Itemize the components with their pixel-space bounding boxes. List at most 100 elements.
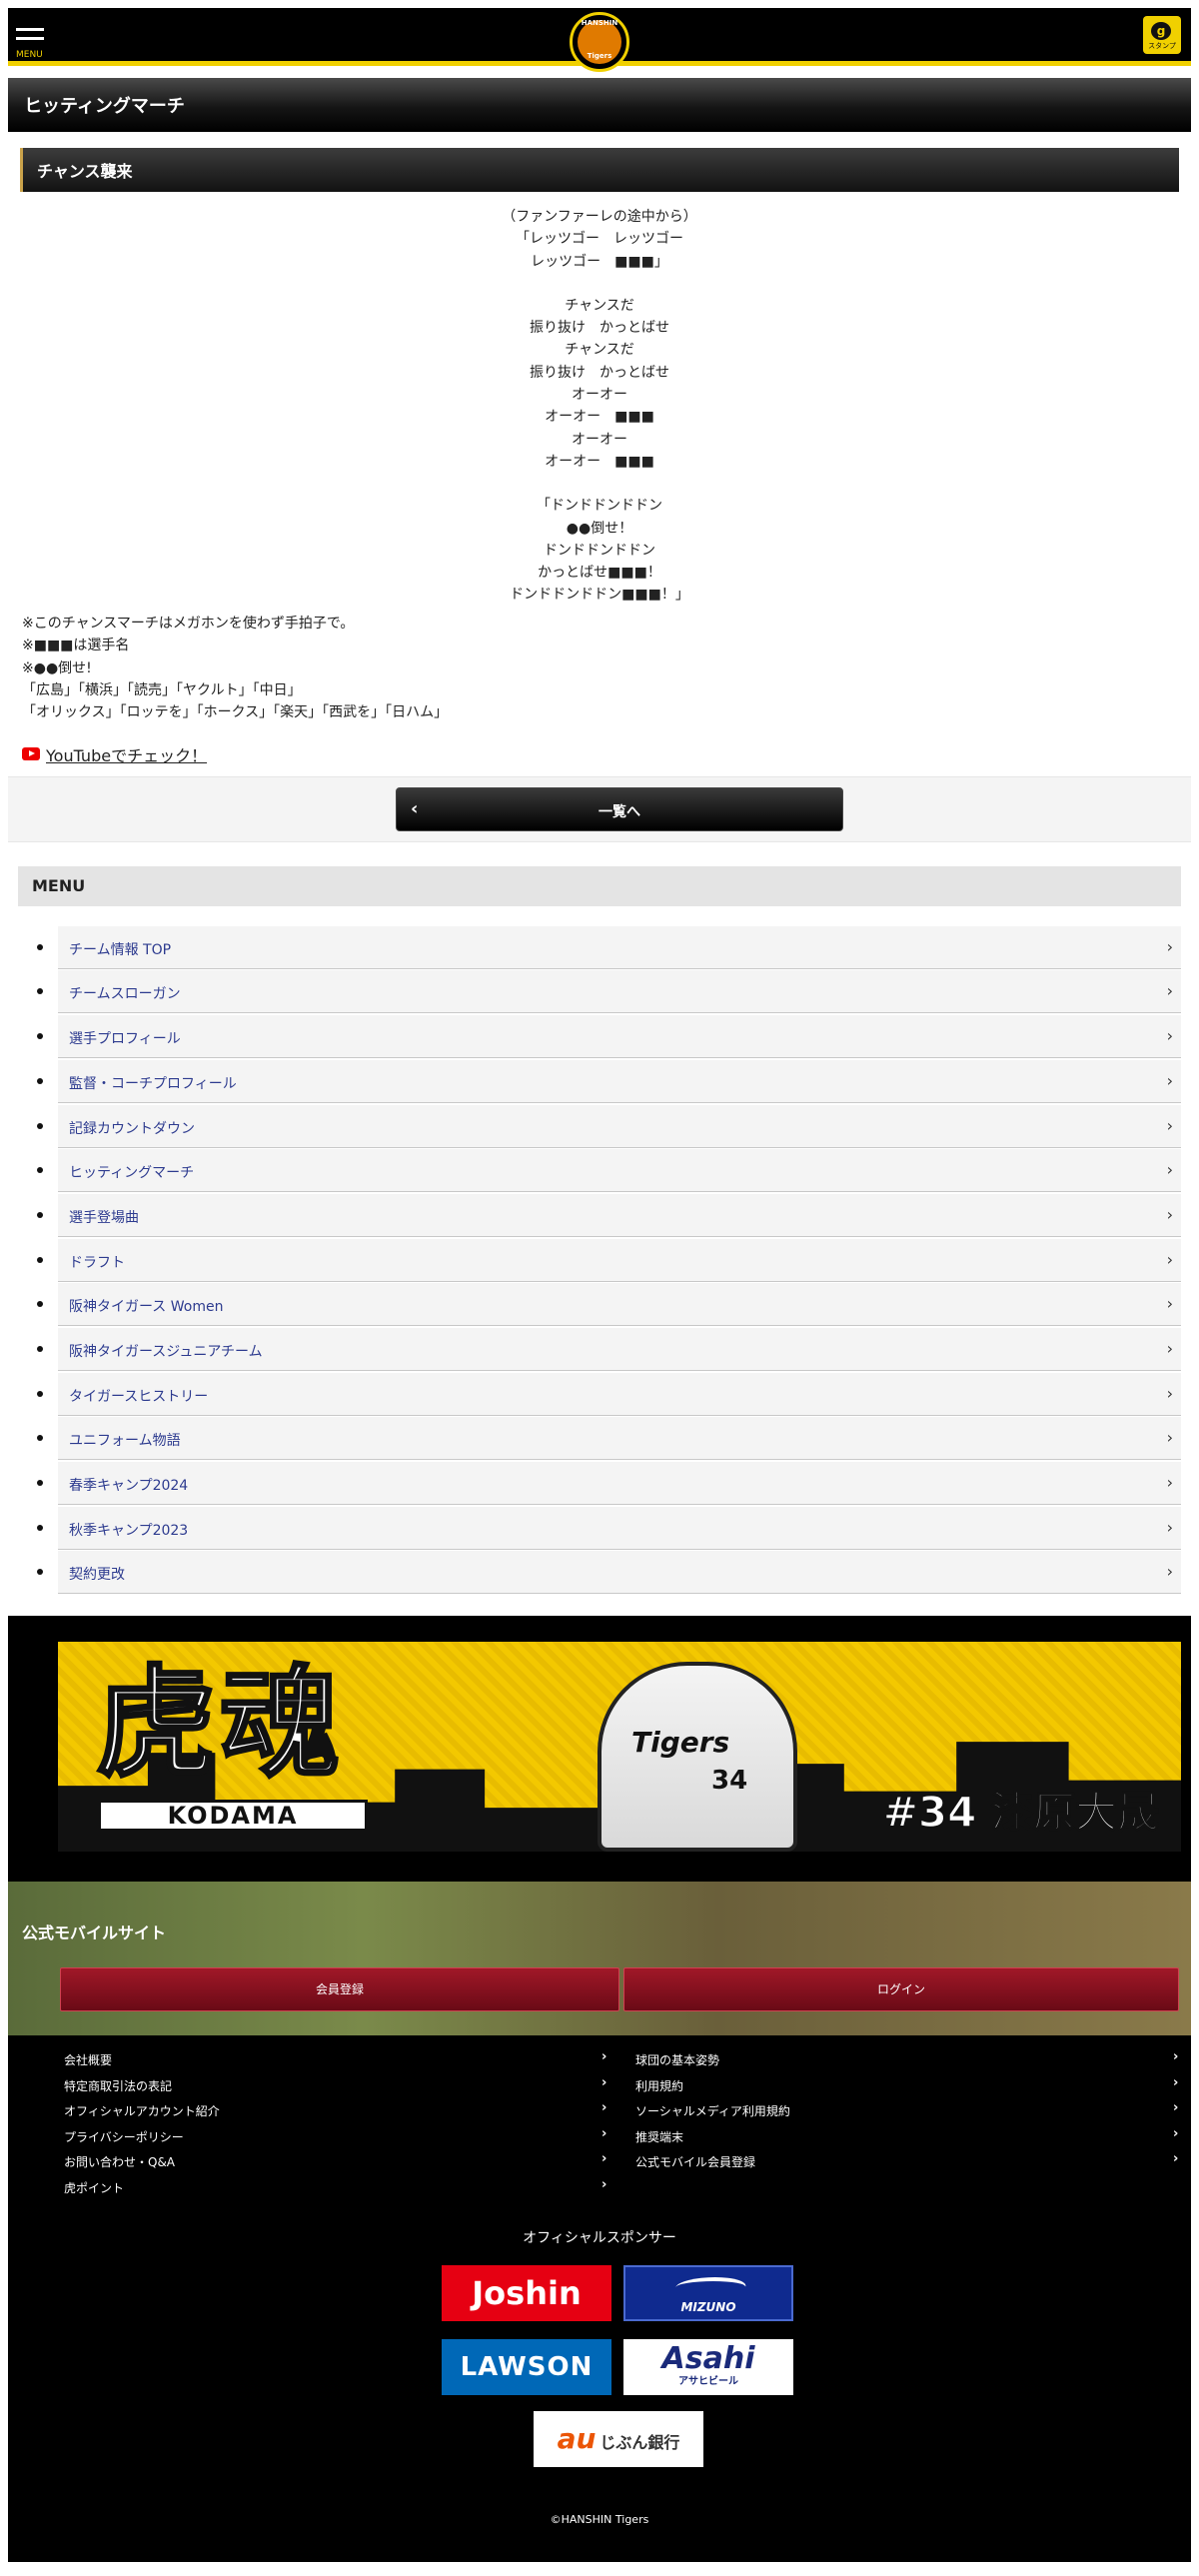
youtube-link-row[interactable]: YouTubeでチェック！ [22,742,1191,766]
footer-link[interactable]: 推奨端末 [635,2128,683,2145]
bullet-icon [37,1167,43,1174]
menu-list-item: 秋季キャンプ2023 › [8,1506,1191,1552]
notes: ※このチャンスマーチはメガホンを使わず手拍子で。 ※■■■は選手名 ※●●倒せ! 「広… [22,613,1191,724]
chevron-right-icon: › [1166,936,1173,956]
youtube-link[interactable]: YouTubeでチェック！ [46,742,207,766]
chevron-right-icon: › [1166,1473,1173,1493]
menu-list: チーム情報 TOP › チームスローガン › 選手プロフィール › 監督・コーチプロフィール… [8,925,1191,1596]
footer-link[interactable]: 特定商取引法の表記 [64,2077,172,2094]
login-button[interactable]: ログイン [623,1967,1179,2012]
chevron-right-icon: › [601,2151,607,2167]
menu-link-label: チームスローガン [69,986,181,1003]
sponsor-asahi[interactable]: Asahi アサヒビール [623,2339,793,2396]
menu-list-item: 選手プロフィール › [8,1015,1191,1060]
chevron-right-icon: › [1166,1115,1173,1135]
menu-link-label: 阪神タイガース Women [69,1299,224,1316]
chevron-right-icon: › [1166,1428,1173,1448]
menu-link-label: ユニフォーム物語 [69,1433,181,1450]
site-footer: 虎魂 KODAMA Tigers 34 #34 漆原大晟 公式モバイルサイト 会… [8,1616,1191,2563]
menu-header: MENU [18,865,1181,906]
chevron-right-icon: › [601,2125,607,2141]
footer-link[interactable]: プライバシーポリシー [64,2128,184,2145]
lyric-line: チャンスだ [565,297,634,314]
lyric-line: 振り抜け かっとばせ [530,364,669,381]
chevron-right-icon: › [1166,1517,1173,1537]
note-line: ※このチャンスマーチはメガホンを使わず手拍子で。 [22,615,355,632]
chevron-right-icon: › [1166,1026,1173,1046]
footer-link[interactable]: ソーシャルメディア利用規約 [635,2102,790,2119]
menu-link[interactable]: ヒッティングマーチ › [58,1149,1181,1193]
menu-link[interactable]: 阪神タイガース Women › [58,1283,1181,1327]
player-image: Tigers 34 [598,1662,797,1853]
menu-list-item: 阪神タイガース Women › [8,1283,1191,1328]
lyric-line: 「ドンドドンドドン [537,498,662,515]
menu-link[interactable]: 秋季キャンプ2023 › [58,1506,1181,1550]
back-to-list-button[interactable]: ‹ 一覧へ [396,786,843,831]
mobile-site-title: 公式モバイルサイト [22,1924,167,1943]
hamburger-icon [16,28,44,31]
lyric-line: オーオー [572,387,627,404]
page-title: ヒッティングマーチ [24,96,185,117]
site-header: MENU HANSHIN Tigers g スタンプ [8,8,1191,72]
lyric-line: オーオー ■■■ [545,453,654,470]
menu-list-item: チーム情報 TOP › [8,925,1191,971]
chevron-right-icon: › [1166,1383,1173,1403]
bullet-icon [37,1077,43,1084]
footer-link[interactable]: 公式モバイル会員登録 [635,2153,755,2170]
menu-link-label: 阪神タイガースジュニアチーム [69,1343,263,1360]
section-title: チャンス襲来 [37,162,133,181]
footer-link[interactable]: 虎ポイント [64,2179,124,2196]
stamp-label: スタンプ [1148,42,1176,50]
logo-team: Tigers [587,52,612,60]
menu-link-label: ヒッティングマーチ [69,1165,195,1182]
menu-link[interactable]: タイガースヒストリー › [58,1372,1181,1416]
menu-list-item: ドラフト › [8,1238,1191,1284]
kodama-banner[interactable]: 虎魂 KODAMA Tigers 34 #34 漆原大晟 [58,1642,1181,1853]
tigers-logo[interactable]: HANSHIN Tigers [570,12,629,72]
menu-link[interactable]: 選手プロフィール › [58,1015,1181,1059]
lyric-line: ●●倒せ！ [566,520,633,537]
menu-link[interactable]: チーム情報 TOP › [58,925,1181,969]
lyric-line: （ファンファーレの途中から） [502,209,697,225]
note-line: ※●●倒せ! [22,659,92,676]
footer-link[interactable]: オフィシャルアカウント紹介 [64,2102,220,2119]
note-line: 「オリックス」「ロッテを」「ホークス」「楽天」「西武を」「日ハム」 [22,704,449,721]
sponsor-mizuno[interactable]: MIZUNO [623,2265,793,2322]
sponsor-jibun-bank[interactable]: au じぶん銀行 [534,2411,703,2468]
bullet-icon [37,1345,43,1352]
menu-link-label: 選手登場曲 [69,1209,139,1226]
menu-link[interactable]: 監督・コーチプロフィール › [58,1059,1181,1103]
menu-link[interactable]: 阪神タイガースジュニアチーム › [58,1327,1181,1371]
chevron-right-icon: › [1166,1294,1173,1314]
jersey-text: Tigers [631,1726,730,1760]
stamp-button[interactable]: g スタンプ [1143,16,1181,54]
menu-link[interactable]: 選手登場曲 › [58,1193,1181,1237]
menu-link[interactable]: ユニフォーム物語 › [58,1417,1181,1461]
banner-caption: #34 漆原大晟 [882,1787,1160,1838]
chevron-right-icon: › [1166,1160,1173,1180]
menu-link[interactable]: 春季キャンプ2024 › [58,1462,1181,1506]
menu-list-item: 阪神タイガースジュニアチーム › [8,1327,1191,1373]
hamburger-menu-button[interactable]: MENU [16,28,46,64]
note-line: ※■■■は選手名 [22,638,130,654]
menu-link[interactable]: チームスローガン › [58,970,1181,1014]
menu-link[interactable]: ドラフト › [58,1238,1181,1282]
footer-link[interactable]: 会社概要 [64,2051,112,2068]
sponsor-joshin[interactable]: Joshin [442,2265,611,2322]
footer-link[interactable]: 球団の基本姿勢 [635,2051,719,2068]
sponsor-lawson[interactable]: LAWSON [442,2339,611,2396]
menu-link[interactable]: 記録カウントダウン › [58,1104,1181,1148]
sponsor-au-label: au [557,2422,597,2456]
menu-list-item: 監督・コーチプロフィール › [8,1059,1191,1105]
menu-link-label: タイガースヒストリー [69,1388,209,1405]
footer-link[interactable]: 利用規約 [635,2077,683,2094]
menu-link-label: チーム情報 TOP [69,941,172,958]
mizuno-logo-icon [670,2277,750,2298]
menu-list-item: 選手登場曲 › [8,1193,1191,1239]
chevron-right-icon: › [601,2074,607,2090]
register-button[interactable]: 会員登録 [60,1967,619,2012]
menu-link[interactable]: 契約更改 › [58,1551,1181,1595]
chevron-right-icon: › [1166,1070,1173,1090]
footer-link[interactable]: お問い合わせ・Q&A [64,2153,175,2170]
banner-kodama: KODAMA [98,1800,368,1833]
